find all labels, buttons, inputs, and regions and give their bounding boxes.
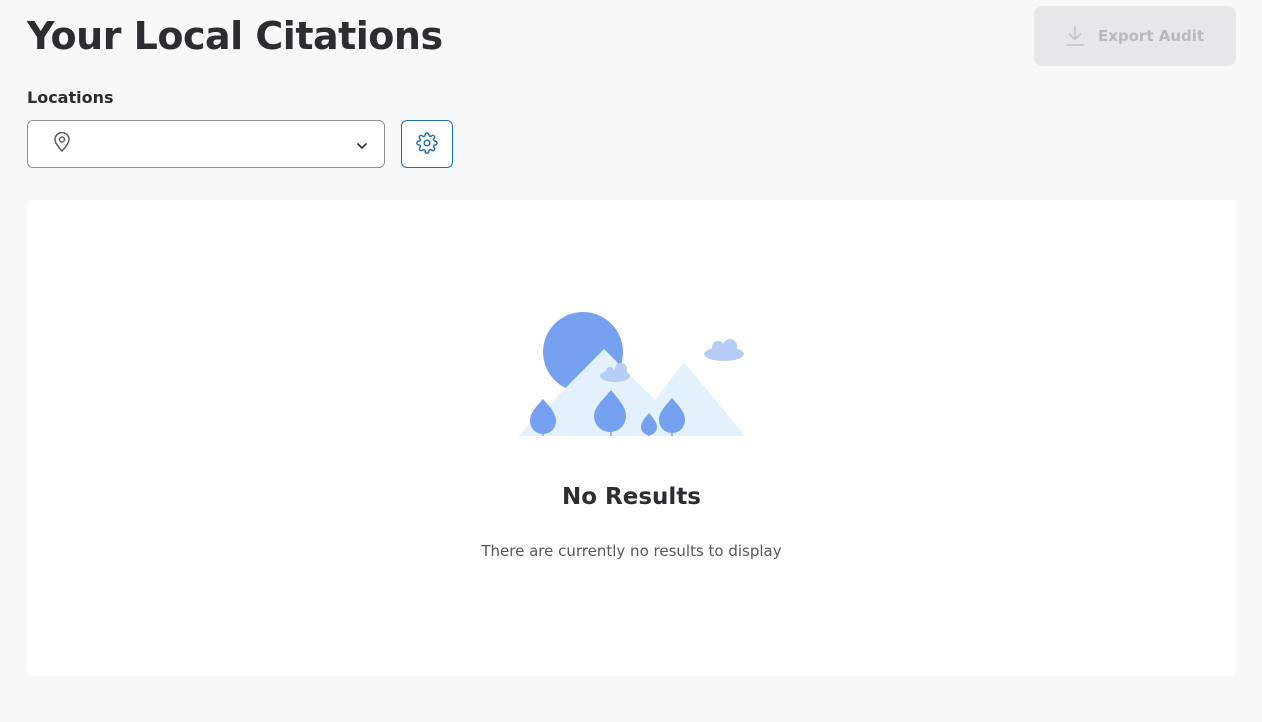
export-audit-label: Export Audit <box>1097 27 1205 45</box>
location-select[interactable] <box>27 120 385 168</box>
empty-state-title: No Results <box>562 484 701 510</box>
results-card: No Results There are currently no result… <box>27 200 1236 676</box>
mountains-trees-illustration <box>518 308 748 442</box>
settings-button[interactable] <box>401 120 453 168</box>
empty-state-message: There are currently no results to displa… <box>481 542 782 560</box>
map-pin-icon <box>53 131 71 156</box>
chevron-down-icon <box>356 135 368 154</box>
page-title: Your Local Citations <box>27 14 443 58</box>
locations-label: Locations <box>27 88 114 107</box>
gear-icon <box>416 131 438 157</box>
download-icon <box>1066 26 1084 46</box>
export-audit-button[interactable]: Export Audit <box>1034 6 1236 66</box>
page: Your Local Citations Export Audit Locati… <box>0 0 1262 722</box>
